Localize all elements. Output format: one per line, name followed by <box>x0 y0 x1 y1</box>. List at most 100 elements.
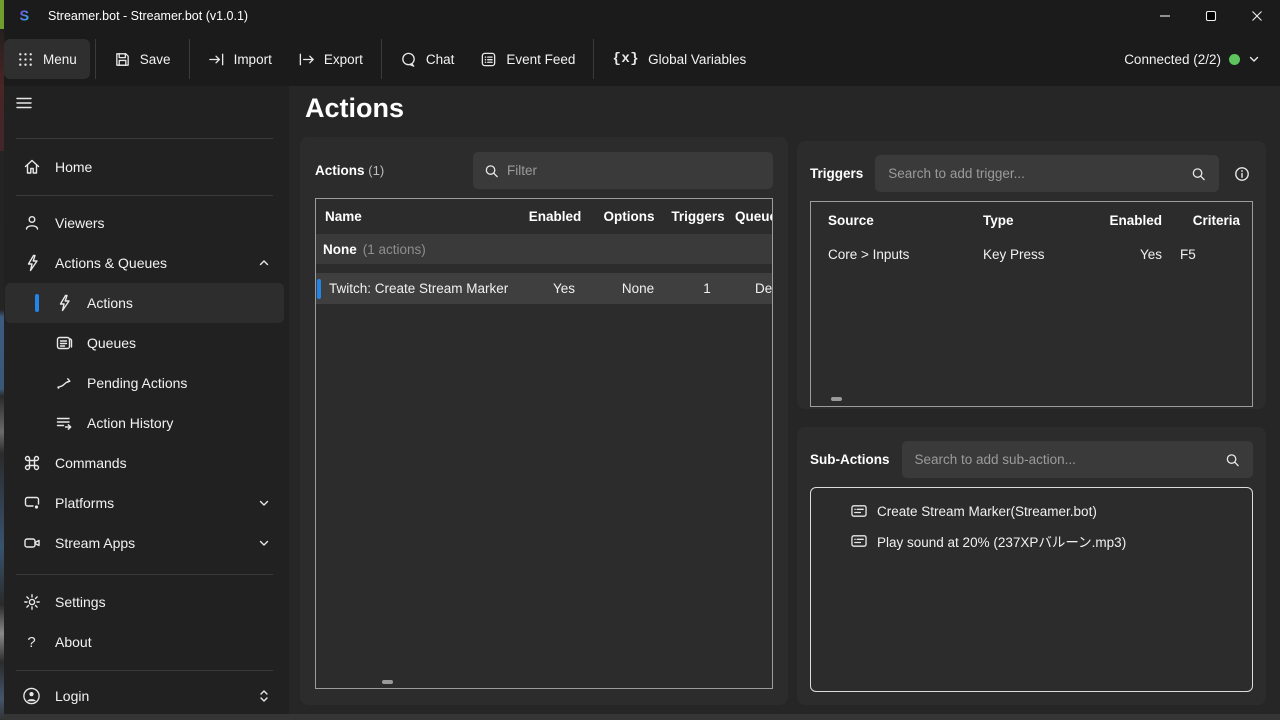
sidebar-item-actions[interactable]: Actions <box>5 283 284 323</box>
hamburger-icon <box>16 96 32 110</box>
chat-button[interactable]: Chat <box>387 39 468 79</box>
info-icon <box>1234 166 1250 182</box>
sidebar-item-about[interactable]: ? About <box>5 622 284 662</box>
sidebar: Home Viewers Actions & Queues Actions <box>0 86 289 720</box>
sidebar-item-viewers[interactable]: Viewers <box>5 203 284 243</box>
column-type[interactable]: Type <box>979 213 1056 228</box>
sidebar-item-platforms[interactable]: Platforms <box>5 483 284 523</box>
global-variables-button[interactable]: {x} Global Variables <box>599 39 759 79</box>
selected-indicator <box>317 279 321 299</box>
desktop-edge <box>0 0 4 720</box>
menu-button[interactable]: Menu <box>4 39 90 79</box>
svg-text:S: S <box>20 9 30 25</box>
toolbar: Menu Save Import Export Chat <box>0 32 1280 86</box>
subactions-list[interactable]: Create Stream Marker(Streamer.bot) Play … <box>810 487 1253 692</box>
sidebar-divider <box>16 195 273 196</box>
chevron-down-icon <box>1248 53 1260 65</box>
trigger-row[interactable]: Core > Inputs Key Press Yes F5 <box>811 239 1252 269</box>
sidebar-item-queues[interactable]: Queues <box>5 323 284 363</box>
toolbar-separator <box>189 39 190 79</box>
action-row[interactable]: Twitch: Create Stream Marker Yes None 1 … <box>316 273 772 304</box>
subactions-search-input[interactable] <box>902 441 1254 478</box>
chevron-down-icon <box>258 537 270 549</box>
column-enabled[interactable]: Enabled <box>517 209 593 224</box>
app-logo-icon: S <box>15 7 33 25</box>
column-enabled[interactable]: Enabled <box>1056 213 1166 228</box>
column-triggers[interactable]: Triggers <box>665 209 731 224</box>
subaction-item[interactable]: Play sound at 20% (237XPバルーン.mp3) <box>851 526 1252 556</box>
connection-status[interactable]: Connected (2/2) <box>1124 52 1276 67</box>
chat-icon <box>400 51 417 68</box>
search-icon <box>1191 166 1206 181</box>
search-icon <box>1225 452 1240 467</box>
login-account-icon <box>22 687 41 706</box>
bolt-icon <box>22 254 41 273</box>
column-options[interactable]: Options <box>593 209 665 224</box>
titlebar: S Streamer.bot - Streamer.bot (v1.0.1) <box>0 0 1280 32</box>
event-feed-button[interactable]: Event Feed <box>467 39 588 79</box>
close-button[interactable] <box>1234 0 1280 32</box>
actions-filter-input[interactable] <box>473 152 773 189</box>
search-icon <box>484 163 499 178</box>
sidebar-item-stream-apps[interactable]: Stream Apps <box>5 523 284 563</box>
person-icon <box>22 214 41 233</box>
sidebar-divider <box>16 670 273 671</box>
sidebar-item-actions-queues[interactable]: Actions & Queues <box>5 243 284 283</box>
import-button[interactable]: Import <box>195 39 285 79</box>
actions-filter <box>473 152 773 189</box>
sidebar-item-login[interactable]: Login <box>5 676 284 716</box>
event-feed-icon <box>480 51 497 68</box>
sidebar-toggle-button[interactable] <box>0 86 289 122</box>
selected-indicator <box>35 294 39 312</box>
maximize-button[interactable] <box>1188 0 1234 32</box>
global-variables-icon: {x} <box>612 51 639 67</box>
queues-icon <box>54 334 73 353</box>
save-button[interactable]: Save <box>101 39 184 79</box>
export-icon <box>298 51 315 68</box>
column-source[interactable]: Source <box>824 213 979 228</box>
export-button[interactable]: Export <box>285 39 376 79</box>
column-queue[interactable]: Queue <box>731 209 773 224</box>
sidebar-item-home[interactable]: Home <box>5 147 284 187</box>
page-title: Actions <box>305 93 404 124</box>
sidebar-divider <box>16 574 273 575</box>
triggers-search-input[interactable] <box>875 155 1219 192</box>
connection-label: Connected (2/2) <box>1124 52 1221 67</box>
grid-menu-icon <box>17 51 34 68</box>
command-icon <box>22 454 41 473</box>
triggers-panel: Triggers Source Type Enabled Criteria Co… <box>797 141 1266 409</box>
column-criteria[interactable]: Criteria <box>1166 213 1244 228</box>
chevron-down-icon <box>258 497 270 509</box>
actions-panel-title: Actions (1) <box>315 163 384 178</box>
subaction-item[interactable]: Create Stream Marker(Streamer.bot) <box>851 496 1252 526</box>
subactions-panel: Sub-Actions Create Stream Marker(Streame… <box>797 427 1266 705</box>
bolt-icon <box>54 294 73 313</box>
chevron-updown-icon <box>258 689 270 703</box>
window-bottom-edge <box>0 714 1280 720</box>
subactions-search <box>902 441 1254 478</box>
action-group-row[interactable]: None (1 actions) <box>316 234 772 264</box>
sidebar-item-commands[interactable]: Commands <box>5 443 284 483</box>
platforms-icon <box>22 494 41 513</box>
save-icon <box>114 51 131 68</box>
sidebar-item-action-history[interactable]: Action History <box>5 403 284 443</box>
gear-icon <box>22 593 41 612</box>
chevron-up-icon <box>258 257 270 269</box>
horizontal-scrollbar-thumb[interactable] <box>382 680 393 684</box>
minimize-button[interactable] <box>1142 0 1188 32</box>
sidebar-divider <box>16 138 273 139</box>
column-name[interactable]: Name <box>321 209 517 224</box>
sidebar-item-settings[interactable]: Settings <box>5 582 284 622</box>
triggers-search <box>875 155 1219 192</box>
horizontal-scrollbar-thumb[interactable] <box>831 397 842 401</box>
actions-table[interactable]: Name Enabled Options Triggers Queue None… <box>315 198 773 689</box>
window-title: Streamer.bot - Streamer.bot (v1.0.1) <box>48 9 248 23</box>
toolbar-separator <box>593 39 594 79</box>
triggers-table[interactable]: Source Type Enabled Criteria Core > Inpu… <box>810 201 1253 407</box>
sidebar-item-pending-actions[interactable]: Pending Actions <box>5 363 284 403</box>
subaction-icon <box>851 534 867 548</box>
toolbar-separator <box>381 39 382 79</box>
stream-apps-icon <box>22 534 41 553</box>
triggers-info-button[interactable] <box>1231 163 1253 185</box>
subactions-panel-title: Sub-Actions <box>810 452 890 467</box>
